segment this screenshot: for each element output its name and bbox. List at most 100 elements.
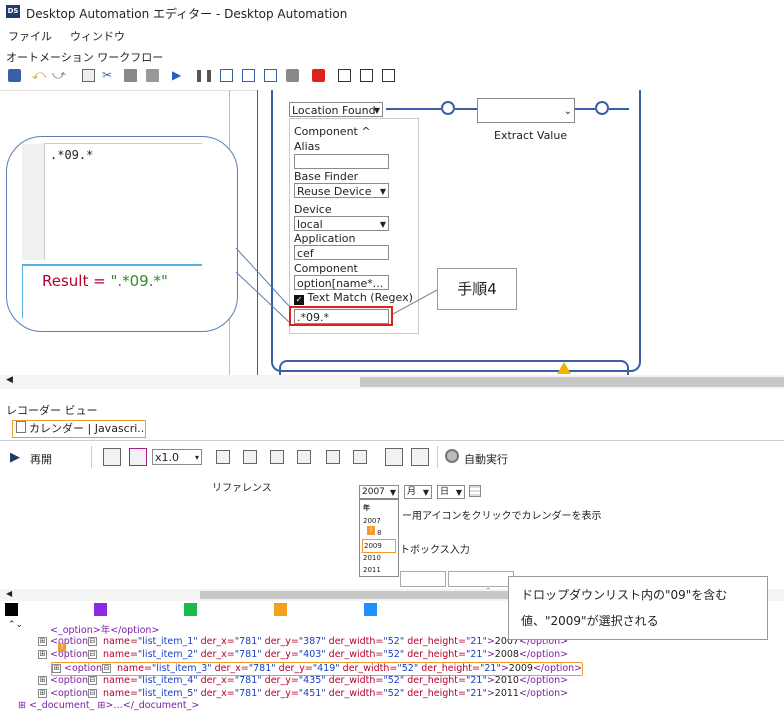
tree-row[interactable]: ⊞ <option ⊟ name="list_item_4" der_x="781"…	[38, 675, 568, 687]
tree-value: "21"	[465, 649, 487, 660]
tree-attr: der_width=	[325, 636, 384, 647]
tree-row[interactable]: <_option>年</option>	[50, 622, 160, 636]
speed-select[interactable]: x1.0 ▾	[152, 449, 202, 465]
capture-icon[interactable]	[129, 448, 147, 466]
tree-expand-icon[interactable]: ⊞	[38, 689, 47, 698]
reference-label: リファレンス	[212, 483, 272, 494]
tree-collapse-icon[interactable]: ⊟	[88, 676, 97, 685]
tree-value: "403"	[298, 649, 326, 660]
tree-value: "52"	[383, 649, 405, 660]
tree-attr: der_width=	[325, 688, 384, 699]
replay-label[interactable]: 再開	[30, 451, 52, 467]
chevron-down-icon: ▼	[422, 488, 429, 497]
tree-value: "21"	[465, 675, 487, 686]
tree-attr: der_y=	[261, 688, 299, 699]
tree-text: 2011	[494, 688, 519, 699]
tree-row[interactable]: ⊞ <option ⊟ name="list_item_2" der_x="781"…	[38, 643, 569, 661]
tree-text: 2010	[494, 675, 519, 686]
color-swatch[interactable]	[5, 603, 18, 616]
tree-text: 2008	[494, 649, 519, 660]
color-swatch[interactable]	[274, 603, 287, 616]
dropdown-option[interactable]: 2010	[363, 554, 381, 562]
nav-down-icon[interactable]	[353, 450, 367, 464]
tree-expand-icon[interactable]: ⊞	[52, 664, 61, 673]
dropdown-option[interactable]: 2007	[363, 517, 381, 525]
tree-value: "387"	[298, 636, 326, 647]
nav-bottom-right-icon[interactable]	[270, 450, 284, 464]
tree-attr: der_y=	[261, 636, 299, 647]
tree-row[interactable]: ⊞ <option ⊟ name="list_item_5" der_x="781"…	[38, 688, 568, 700]
nav-bottom-left-icon[interactable]	[243, 450, 257, 464]
tree-text: 2009	[508, 663, 533, 674]
recorder-tab[interactable]: カレンダー | Javascri...	[12, 420, 146, 438]
tree-expand-icon[interactable]: ⊞	[38, 637, 47, 646]
tree-attr: der_x=	[197, 649, 235, 660]
tree-collapse-icon[interactable]: ⊟	[88, 637, 97, 646]
tree-attr: der_width=	[325, 649, 384, 660]
month-select[interactable]: 月 ▼	[404, 485, 432, 499]
tree-collapse-icon[interactable]: ⊟	[102, 664, 111, 673]
play-icon[interactable]: ▶	[10, 450, 20, 465]
tree-attr: der_x=	[197, 688, 235, 699]
year-select[interactable]: 2007 ▼	[359, 485, 399, 499]
tree-value: "list_item_2"	[137, 649, 198, 660]
scroll-thumb[interactable]	[200, 591, 510, 599]
window-restore-icon[interactable]	[411, 448, 429, 466]
tree-tag: >	[500, 663, 509, 674]
preview-input[interactable]	[448, 571, 514, 587]
tree-collapse-icon[interactable]: ⊟	[88, 650, 97, 659]
tree-tag: <option	[64, 663, 102, 674]
preview-input[interactable]	[400, 571, 446, 587]
tree-tag: >	[486, 688, 495, 699]
calendar-icon[interactable]	[469, 485, 481, 497]
tree-row[interactable]: ⊞ <option ⊟ name="list_item_3" der_x="781"…	[51, 662, 584, 676]
window-copy-icon[interactable]	[385, 448, 403, 466]
nav-top-right-icon[interactable]	[297, 450, 311, 464]
toolbar-divider	[91, 446, 92, 468]
tree-value: "list_item_4"	[137, 675, 198, 686]
collapse-icon[interactable]: ⌃⌄	[8, 620, 23, 630]
tree-attr: der_x=	[197, 675, 235, 686]
nav-top-left-icon[interactable]	[216, 450, 230, 464]
canvas-scrollbar[interactable]: ◀	[0, 375, 784, 389]
tree-expand-icon[interactable]: ⊞	[38, 676, 47, 685]
tree-collapse-icon[interactable]: ⊟	[88, 689, 97, 698]
dropdown-option-selected[interactable]: 2009	[364, 542, 382, 550]
tree-value: "21"	[465, 636, 487, 647]
tree-document-row[interactable]: ⊞ <_document_ ⊞>…</_document_>	[18, 700, 199, 712]
tree-tag: </option>	[518, 688, 569, 699]
tree-text: >年</option>	[92, 625, 160, 636]
tree-row[interactable]: ⊞ <option ⊟ name="list_item_1" der_x="781"…	[38, 636, 568, 648]
speed-value: x1.0	[155, 451, 180, 464]
tree-attr: name=	[100, 636, 138, 647]
marker-icon: !	[367, 526, 375, 535]
auto-exec-label: 自動実行	[464, 453, 508, 466]
auto-exec-toggle[interactable]	[445, 449, 459, 463]
dropdown-option[interactable]: 2011	[363, 566, 381, 574]
nav-up-icon[interactable]	[326, 450, 340, 464]
color-swatch[interactable]	[184, 603, 197, 616]
tree-value: "list_item_3"	[151, 663, 212, 674]
tree-attr: der_height=	[404, 675, 466, 686]
tree-tag: <option	[50, 636, 88, 647]
scroll-left-icon[interactable]: ◀	[6, 589, 12, 598]
tree-expand-icon[interactable]: ⊞	[38, 650, 47, 659]
dropdown-option[interactable]: 8	[377, 529, 381, 537]
next-step-card	[279, 360, 629, 375]
tree-tag: </option>	[518, 649, 569, 660]
color-swatch[interactable]	[364, 603, 377, 616]
scroll-left-icon[interactable]: ◀	[6, 375, 13, 385]
record-screen-icon[interactable]	[103, 448, 121, 466]
month-value: 月	[407, 487, 417, 497]
tree-attr: der_height=	[404, 649, 466, 660]
tree-tag: </option>	[518, 675, 569, 686]
color-swatch[interactable]	[94, 603, 107, 616]
scroll-thumb[interactable]	[360, 377, 784, 387]
year-dropdown-list: 年 2007 ! 8 2009 2010 2011	[359, 499, 399, 577]
tree-tag: <option	[50, 688, 88, 699]
tree-value: "21"	[465, 688, 487, 699]
tree-tag: <option	[50, 649, 88, 660]
day-select[interactable]: 日 ▼	[437, 485, 465, 499]
textbox-hint: トボックス入力	[400, 545, 470, 556]
tree-value: "781"	[248, 663, 276, 674]
